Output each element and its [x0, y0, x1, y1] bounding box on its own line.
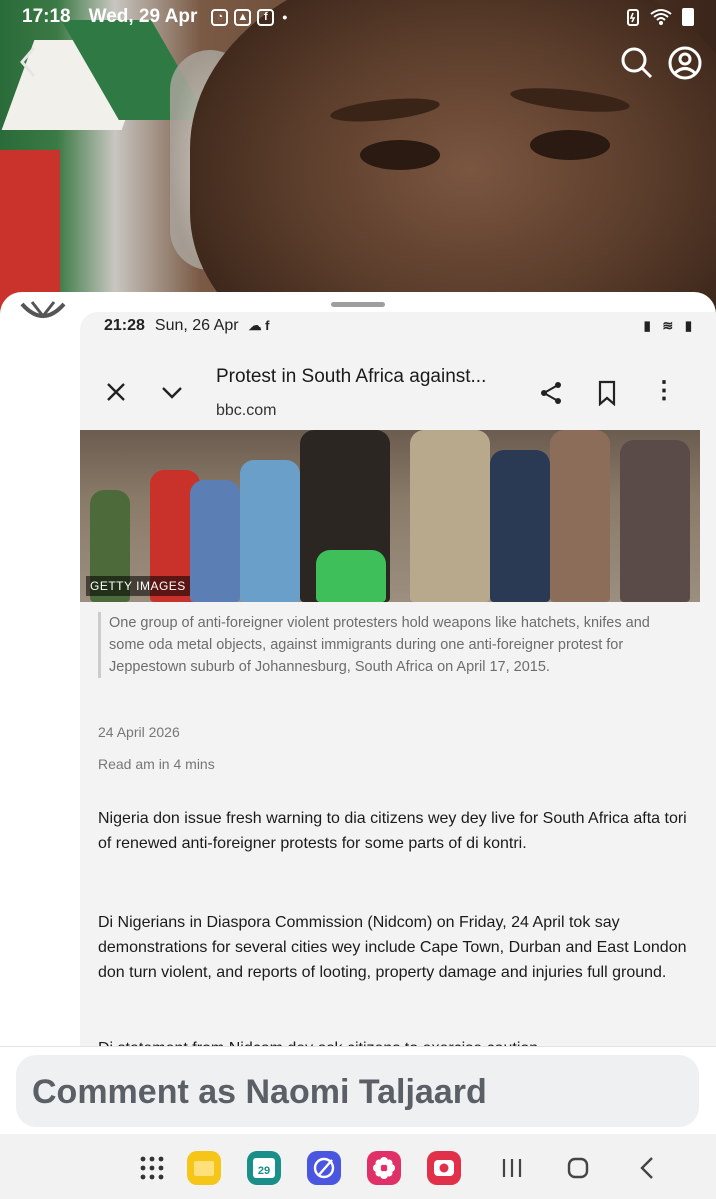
apps-grid-icon[interactable]: [134, 1150, 170, 1186]
back-icon[interactable]: [630, 1150, 666, 1186]
page-title: Protest in South Africa against...: [216, 366, 487, 387]
files-icon[interactable]: [186, 1150, 222, 1186]
status-bar: 17:18 Wed, 29 Apr ◔ ▲ f •: [0, 0, 716, 34]
chevron-left-icon[interactable]: [14, 44, 44, 84]
navigation-bar: 29: [0, 1134, 716, 1199]
search-icon[interactable]: [620, 46, 654, 80]
article-paragraph: Di Nigerians in Diaspora Commission (Nid…: [98, 914, 687, 981]
screenshot-status-bar: 21:28 Sun, 26 Apr ☁ f ▮ ≋ ▮: [80, 312, 716, 340]
recent-apps-icon[interactable]: [494, 1150, 530, 1186]
flower-app-icon[interactable]: [366, 1150, 402, 1186]
comment-placeholder: Comment as Naomi Taljaard: [32, 1073, 487, 1111]
status-date: Wed, 29 Apr: [88, 6, 198, 27]
more-vertical-icon[interactable]: ⋮: [652, 379, 676, 406]
wifi-icon: [650, 9, 672, 25]
photo-caption: One group of anti-foreigner violent prot…: [98, 612, 684, 678]
account-icon[interactable]: [668, 46, 702, 80]
home-icon[interactable]: [560, 1150, 596, 1186]
share-icon[interactable]: [538, 380, 564, 406]
screenshot-time: 21:28: [104, 317, 145, 334]
comment-area: Comment as Naomi Taljaard: [0, 1046, 716, 1134]
calendar-icon[interactable]: 29: [246, 1150, 282, 1186]
facebook-icon: f: [257, 8, 275, 26]
comment-input[interactable]: Comment as Naomi Taljaard: [16, 1055, 699, 1127]
article-paragraph: Nigeria don issue fresh warning to dia c…: [98, 810, 687, 852]
status-right-icons: [626, 8, 694, 26]
notification-icons: ◔ ▲ f: [211, 8, 275, 26]
battery-saver-icon: [627, 9, 639, 26]
whatsapp-icon: ◔: [211, 8, 229, 26]
chevron-down-icon[interactable]: [160, 380, 186, 406]
browser-toolbar: Protest in South Africa against... bbc.c…: [80, 340, 716, 430]
publish-date: 24 April 2026: [98, 724, 180, 740]
more-notifications-dot: •: [282, 9, 288, 25]
battery-icon: [682, 8, 694, 26]
screenshot-notif-icons: ☁ f: [248, 318, 270, 333]
read-time: Read am in 4 mins: [98, 756, 215, 772]
camera-app-icon[interactable]: [426, 1150, 462, 1186]
author-avatar[interactable]: [20, 298, 66, 320]
close-icon[interactable]: [104, 380, 130, 406]
top-toolbar: [0, 40, 716, 90]
page-domain: bbc.com: [216, 402, 277, 419]
photo-credit: GETTY IMAGES: [86, 576, 190, 596]
browser-icon[interactable]: [306, 1150, 342, 1186]
gallery-icon: ▲: [234, 8, 252, 26]
shared-screenshot[interactable]: 21:28 Sun, 26 Apr ☁ f ▮ ≋ ▮ Protest in S…: [80, 312, 716, 1052]
calendar-day: 29: [258, 1165, 270, 1177]
bookmark-icon[interactable]: [596, 380, 622, 407]
post-sheet: 21:28 Sun, 26 Apr ☁ f ▮ ≋ ▮ Protest in S…: [0, 292, 716, 1052]
article-photo: GETTY IMAGES: [80, 430, 700, 602]
screenshot-status-right: ▮ ≋ ▮: [643, 318, 696, 333]
status-time: 17:18: [22, 6, 71, 27]
screenshot-date: Sun, 26 Apr: [154, 317, 239, 334]
drag-handle[interactable]: [331, 302, 385, 307]
